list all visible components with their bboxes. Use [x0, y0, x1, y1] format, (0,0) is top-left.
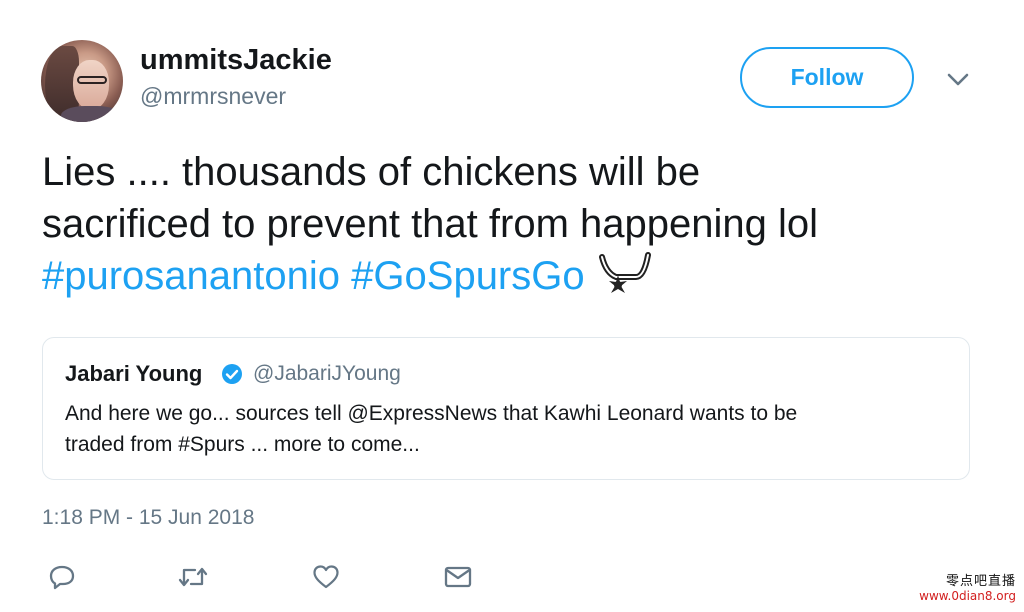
heart-icon[interactable]: [310, 562, 342, 592]
avatar[interactable]: [41, 40, 123, 122]
watermark-title: 零点吧直播: [945, 574, 1016, 589]
tweet-text: Lies .... thousands of chickens will be …: [42, 146, 982, 302]
tweet-text-line: Lies .... thousands of chickens will be: [42, 150, 701, 194]
hashtag-link[interactable]: #GoSpursGo: [351, 254, 584, 298]
spurs-logo-icon: [596, 251, 652, 295]
tweet-timestamp[interactable]: 1:18 PM - 15 Jun 2018: [42, 506, 254, 530]
reply-icon[interactable]: [46, 562, 78, 592]
envelope-icon[interactable]: [442, 562, 474, 592]
quoted-author-name: Jabari Young: [65, 361, 203, 386]
author-display-name[interactable]: ummitsJackie: [140, 44, 332, 77]
follow-button[interactable]: Follow: [740, 47, 914, 108]
quoted-author-handle: @JabariJYoung: [253, 362, 401, 385]
watermark: 零点吧直播 www.0dian8.org: [904, 570, 1016, 608]
retweet-icon[interactable]: [177, 562, 209, 592]
hashtag-link[interactable]: #purosanantonio: [42, 254, 340, 298]
tweet-hashtag-line: #purosanantonio #GoSpursGo: [42, 250, 982, 302]
verified-badge-icon: [221, 363, 243, 385]
quoted-text-line: traded from #Spurs ... more to come...: [65, 433, 420, 456]
chevron-down-icon[interactable]: [944, 68, 972, 92]
author-handle[interactable]: @mrmrsnever: [140, 83, 286, 110]
quoted-tweet-text: And here we go... sources tell @ExpressN…: [65, 398, 945, 460]
watermark-url: www.0dian8.org: [919, 589, 1016, 603]
quoted-text-line: And here we go... sources tell @ExpressN…: [65, 402, 798, 425]
tweet-card: ummitsJackie @mrmrsnever Follow Lies ...…: [0, 0, 1024, 612]
tweet-text-line: sacrificed to prevent that from happenin…: [42, 202, 818, 246]
quoted-tweet[interactable]: Jabari Young @JabariJYoung And here we g…: [42, 337, 970, 480]
